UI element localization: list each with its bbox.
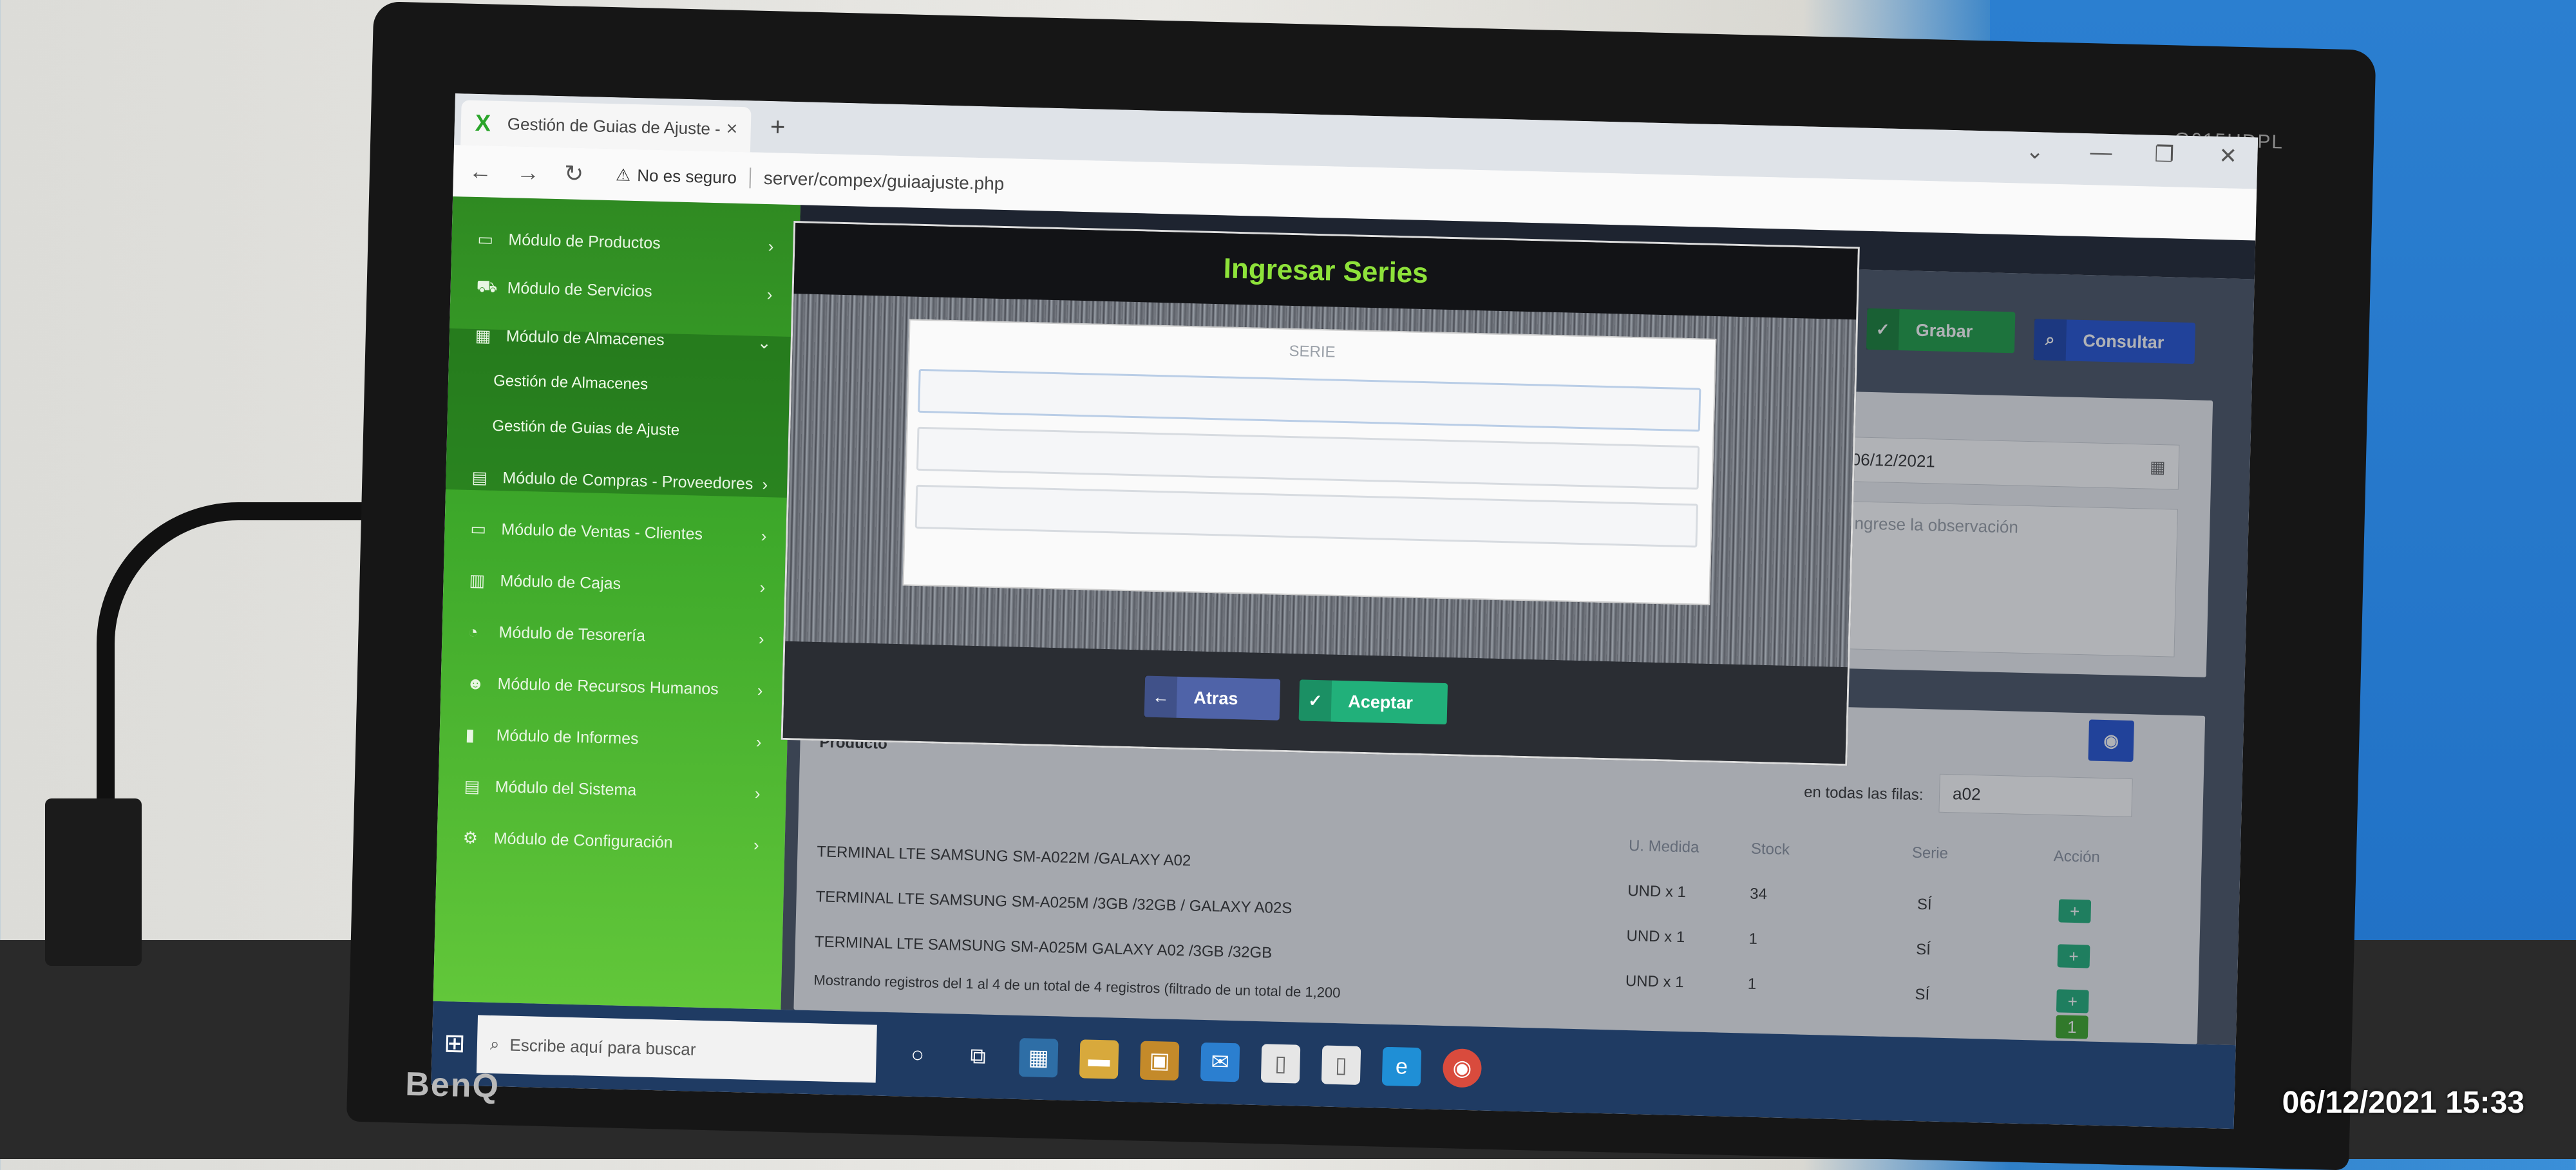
document-icon: ▤ [471, 467, 488, 487]
security-label[interactable]: No es seguro [637, 165, 737, 188]
chevron-right-icon: › [755, 731, 762, 751]
sidebar-item-cajas[interactable]: ▥ Módulo de Cajas › [443, 557, 792, 610]
edge-icon[interactable]: e [1381, 1046, 1422, 1087]
sidebar-item-almacenes[interactable]: ▦ Módulo de Almacenes ⌄ [449, 312, 798, 366]
sidebar-item-label: Módulo de Productos [508, 230, 661, 252]
serie-input-2[interactable] [916, 426, 1700, 490]
document-icon[interactable]: ▯ [1260, 1044, 1301, 1084]
chevron-right-icon: › [758, 628, 764, 648]
monitor-brand: BenQ [404, 1065, 500, 1106]
task-view-icon[interactable]: ⧉ [958, 1037, 998, 1076]
back-icon[interactable]: ← [469, 158, 502, 185]
serie-input-1[interactable] [918, 368, 1701, 432]
sidebar-item-rrhh[interactable]: ☻ Módulo de Recursos Humanos › [440, 660, 790, 713]
chevron-right-icon: › [757, 680, 763, 700]
chrome-icon[interactable]: ◉ [1442, 1048, 1482, 1088]
chevron-right-icon: › [768, 236, 774, 256]
arrow-left-icon: ← [1144, 675, 1178, 718]
restore-icon[interactable]: ❐ [2154, 142, 2174, 168]
sidebar-item-informes[interactable]: ▮ Módulo de Informes › [439, 712, 788, 765]
taskbar-search-placeholder: Escribe aquí para buscar [509, 1035, 696, 1059]
close-tab-icon[interactable]: × [726, 118, 737, 140]
store-icon[interactable]: ▣ [1139, 1041, 1180, 1081]
users-icon: ☻ [466, 673, 485, 694]
reload-icon[interactable]: ↻ [564, 160, 597, 187]
chevron-right-icon: › [762, 474, 768, 494]
taskbar-search[interactable]: ⌕ Escribe aquí para buscar [476, 1015, 877, 1083]
browser-tab[interactable]: X Gestión de Guias de Ajuste - Xp × [460, 100, 752, 153]
forward-icon[interactable]: → [516, 159, 549, 187]
sidebar-item-label: Módulo de Almacenes [506, 326, 665, 349]
document-icon[interactable]: ▯ [1321, 1045, 1361, 1085]
tab-title: Gestión de Guias de Ajuste - Xp [507, 113, 721, 139]
sidebar-item-label: Módulo de Servicios [507, 278, 653, 301]
sidebar-item-label: Módulo de Informes [496, 726, 639, 748]
serie-input-3[interactable] [914, 484, 1699, 548]
sidebar-item-label: Módulo de Ventas - Clientes [501, 520, 703, 543]
chevron-right-icon: › [753, 835, 760, 854]
close-window-icon[interactable]: ✕ [2219, 143, 2237, 169]
sidebar: ▭ Módulo de Productos › ⛟ Módulo de Servici… [433, 196, 800, 1010]
box-icon: ▭ [477, 229, 494, 249]
cart-icon: ⛟ [476, 276, 498, 296]
file-icon: ▤ [464, 776, 480, 796]
new-tab-button[interactable]: + [770, 113, 785, 142]
sidebar-item-configuracion[interactable]: ⚙ Módulo de Configuración › [437, 815, 786, 868]
sidebar-item-label: Módulo de Configuración [493, 829, 673, 852]
gauge-icon: ◔ [468, 621, 478, 641]
mail-icon[interactable]: ✉ [1200, 1042, 1240, 1082]
check-icon: ✓ [1298, 679, 1332, 722]
monitor: G615HDPL X Gestión de Guias de Ajuste - … [346, 1, 2376, 1170]
chevron-right-icon: › [759, 577, 766, 597]
monitor-icon: ▭ [470, 518, 487, 539]
accept-button[interactable]: ✓ Aceptar [1298, 679, 1448, 725]
calculator-icon[interactable]: ▦ [1018, 1037, 1059, 1078]
sidebar-item-sistema[interactable]: ▤ Módulo del Sistema › [438, 763, 787, 816]
grid-icon: ▦ [475, 325, 491, 346]
tab-search-icon[interactable]: ⌄ [2025, 138, 2044, 165]
sidebar-subitem-almacenes[interactable]: Gestión de Almacenes [448, 357, 797, 411]
cortana-icon[interactable]: ○ [898, 1035, 937, 1074]
url-field[interactable]: server/compex/guiaajuste.php [749, 167, 1005, 195]
sidebar-item-compras[interactable]: ▤ Módulo de Compras - Proveedores › [446, 454, 795, 507]
app-favicon-icon: X [475, 109, 491, 137]
sidebar-item-productos[interactable]: ▭ Módulo de Productos › [451, 216, 800, 269]
sidebar-item-label: Módulo de Tesorería [498, 623, 646, 645]
chevron-right-icon: › [766, 284, 773, 304]
accept-button-label: Aceptar [1347, 691, 1414, 713]
bar-chart-icon: ▮ [465, 724, 475, 744]
serie-column-header: SERIE [1289, 342, 1336, 361]
chevron-down-icon: ⌄ [757, 332, 772, 352]
warning-icon[interactable]: ⚠ [616, 165, 631, 185]
sidebar-item-label: Módulo de Recursos Humanos [497, 674, 719, 698]
serie-table: SERIE [902, 319, 1717, 605]
sidebar-item-label: Módulo del Sistema [495, 777, 637, 799]
sidebar-item-label: Módulo de Cajas [500, 571, 621, 593]
modal-body: SERIE [785, 294, 1857, 668]
file-explorer-icon[interactable]: ▬ [1079, 1039, 1119, 1079]
power-plug [45, 798, 142, 966]
gears-icon: ⚙ [462, 827, 478, 847]
minimize-icon[interactable]: — [2090, 140, 2112, 165]
sidebar-item-label: Módulo de Compras - Proveedores [502, 468, 753, 493]
back-button-label: Atras [1193, 687, 1238, 708]
photo-timestamp: 06/12/2021 15:33 [2282, 1086, 2524, 1120]
screen: X Gestión de Guias de Ajuste - Xp × + ⌄ … [431, 93, 2259, 1129]
series-modal: Ingresar Series SERIE ← Atras ✓ Aceptar [781, 221, 1860, 766]
back-button[interactable]: ← Atras [1144, 675, 1281, 721]
sidebar-item-tesoreria[interactable]: ◔ Módulo de Tesorería › [442, 609, 791, 662]
sidebar-subitem-guias[interactable]: Gestión de Guias de Ajuste [447, 402, 796, 456]
chevron-right-icon: › [754, 783, 761, 803]
chevron-right-icon: › [761, 525, 767, 545]
sidebar-item-ventas[interactable]: ▭ Módulo de Ventas - Clientes › [444, 505, 793, 559]
sidebar-item-servicios[interactable]: ⛟ Módulo de Servicios › [450, 264, 799, 317]
search-icon: ⌕ [489, 1033, 500, 1054]
cash-register-icon: ▥ [469, 570, 486, 590]
